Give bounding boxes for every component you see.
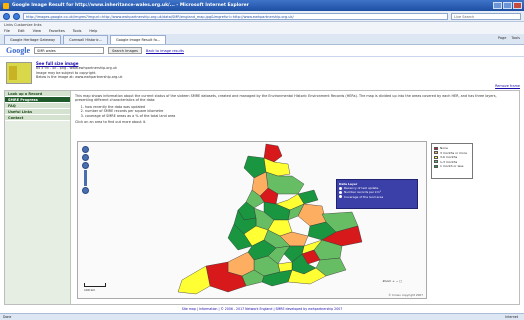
back-icon[interactable] (3, 12, 10, 20)
window-titlebar: Google Image Result for http://www.inher… (0, 0, 524, 11)
intro-text: This map shows information about the cur… (75, 94, 497, 103)
tab-heritage-gateway[interactable]: Google Heritage Gateway (4, 35, 62, 44)
region-cornwall (177, 265, 211, 295)
page-description: This map shows information about the cur… (75, 94, 515, 124)
minimize-button[interactable] (493, 2, 502, 9)
zone-indicator: Internet (505, 315, 518, 319)
live-search-input[interactable]: Live Search (451, 12, 521, 20)
radio-icon (339, 195, 342, 199)
zoom-out-icon[interactable] (82, 187, 89, 194)
tools-menu[interactable]: Tools (511, 36, 520, 40)
legend-swatch (434, 155, 438, 159)
window-title: Google Image Result for http://www.inher… (12, 3, 249, 8)
close-button[interactable] (513, 2, 522, 9)
back-to-results-link[interactable]: Back to image results (146, 49, 184, 53)
tab-google-image-result[interactable]: Google Image Result fo... (110, 35, 167, 44)
image-source-line: Below is the image at: www.ewhpartnershi… (36, 75, 123, 80)
sidebar-nav: Look up a Record SMRE Progress FAQ Usefu… (5, 91, 71, 304)
maximize-button[interactable] (503, 2, 512, 9)
remove-frame-link[interactable]: Remove frame (495, 84, 520, 88)
legend-swatch (434, 164, 438, 168)
zoom-slider[interactable] (84, 170, 87, 186)
tab-tools: Page Tools (498, 36, 520, 40)
image-info: See full size image 85 x 95 - 4k - png -… (36, 61, 236, 80)
click-hint: Click on an area to find out more about … (75, 120, 147, 125)
map-zoom-label[interactable]: Zoom + − □ (383, 279, 402, 283)
ie-logo-icon (3, 2, 9, 9)
google-logo[interactable]: Google (6, 46, 30, 55)
radio-icon (339, 191, 342, 194)
map-zoom-controls (82, 146, 89, 195)
pan-up-icon[interactable] (82, 146, 89, 153)
google-search-input[interactable]: SMR wales (34, 47, 104, 54)
google-header: Google SMR wales Search Images Back to i… (0, 45, 524, 57)
embedded-page: Look up a Record SMRE Progress FAQ Usefu… (4, 90, 520, 305)
address-bar: http://images.google.co.uk/imgres?imgurl… (0, 11, 524, 22)
scale-bar (84, 283, 106, 287)
legend-swatch (434, 160, 438, 164)
pan-center-icon[interactable] (82, 154, 89, 161)
map-legend: None 3 months or more 3-6 months 1-3 mon… (431, 143, 473, 179)
radio-icon (339, 186, 342, 190)
zoom-in-icon[interactable] (82, 162, 89, 169)
url-input[interactable]: http://images.google.co.uk/imgres?imgurl… (23, 12, 448, 20)
layer-list: how recently the data was updated number… (75, 105, 515, 118)
window-buttons (493, 2, 522, 9)
status-bar: Done Internet (0, 313, 524, 320)
legend-swatch (434, 146, 438, 150)
legend-swatch (434, 151, 438, 155)
image-thumbnail[interactable] (6, 62, 32, 84)
page-menu[interactable]: Page (498, 36, 506, 40)
forward-icon[interactable] (13, 12, 20, 20)
data-layer-popup: Data Layer Recency of last update Number… (336, 179, 418, 209)
map-copyright: © Crown copyright 2007 (388, 293, 423, 297)
layer-item: coverage of SMRE areas as a % of the tot… (85, 114, 515, 118)
status-text: Done (3, 315, 12, 319)
scale-label: 100 km (84, 288, 96, 292)
search-images-button[interactable]: Search Images (108, 47, 142, 54)
layer-option-coverage[interactable]: Coverage of the land area (339, 195, 415, 199)
nav-contact[interactable]: Contact (5, 115, 70, 121)
tab-bar: Google Heritage Gateway Cornwall Histori… (0, 34, 524, 45)
tab-cornwall[interactable]: Cornwall Historic... (63, 35, 108, 44)
legend-row: 1 month or less (434, 164, 470, 169)
england-region-map[interactable] (78, 142, 428, 300)
map-viewport[interactable]: Data Layer Recency of last update Number… (77, 141, 427, 299)
